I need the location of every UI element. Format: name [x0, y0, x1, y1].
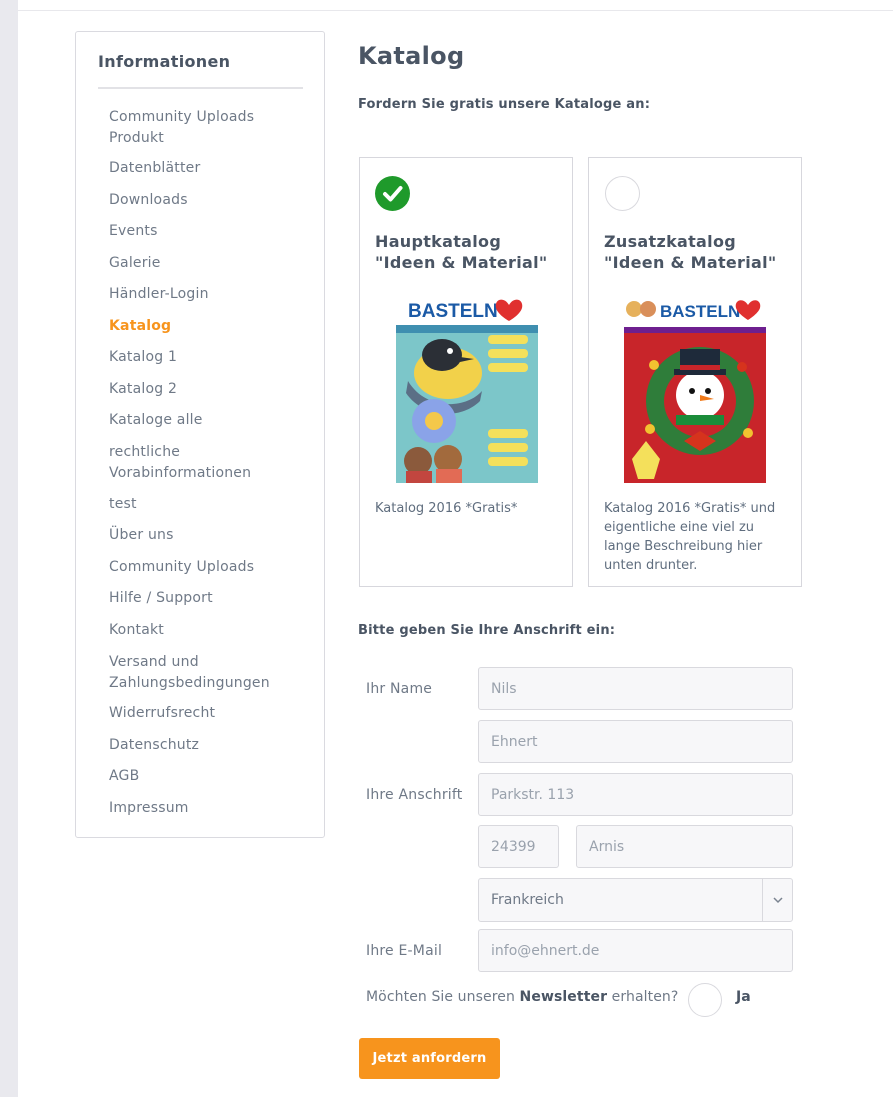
left-rail [0, 0, 18, 1097]
sidebar-item-kataloge-alle[interactable]: Kataloge alle [109, 410, 203, 431]
top-divider [18, 10, 893, 11]
sidebar-divider [98, 87, 303, 89]
catalog-description: Katalog 2016 *Gratis* [375, 501, 518, 516]
catalog-title: Hauptkatalog "Ideen & Material" [375, 231, 565, 273]
zip-input[interactable] [478, 825, 559, 868]
newsletter-yes-label: Ja [736, 989, 751, 1005]
address-heading: Bitte geben Sie Ihre Anschrift ein: [358, 623, 616, 638]
newsletter-prefix: Möchten Sie unseren [366, 989, 520, 1005]
catalog-title-line2: "Ideen & Material" [604, 253, 777, 272]
first-name-input[interactable] [478, 667, 793, 710]
last-name-input[interactable] [478, 720, 793, 763]
catalog-description: Katalog 2016 *Gratis* und eigentliche ei… [604, 501, 776, 573]
sidebar-item-impressum[interactable]: Impressum [109, 798, 189, 819]
sidebar-item-label-line2: Zahlungsbedingungen [109, 675, 270, 691]
cover-brand-text: BASTELN [408, 301, 498, 322]
sidebar-item-label-line2: Produkt [109, 130, 164, 146]
page-title: Katalog [358, 42, 465, 70]
chevron-down-icon [773, 897, 783, 904]
sidebar-item-datenblaetter[interactable]: Datenblätter [109, 158, 200, 179]
catalog-card-zusatzkatalog[interactable]: Zusatzkatalog "Ideen & Material" BASTELN [588, 157, 802, 587]
sidebar-item-rechtliche-vorabinformationen[interactable]: rechtliche Vorabinformationen [109, 442, 251, 484]
radio-unchecked-icon[interactable] [605, 176, 640, 211]
sidebar-item-events[interactable]: Events [109, 221, 158, 242]
catalog-card-hauptkatalog[interactable]: Hauptkatalog "Ideen & Material" BASTELN [359, 157, 573, 587]
newsletter-bold: Newsletter [519, 989, 608, 1005]
sidebar-item-katalog-2[interactable]: Katalog 2 [109, 379, 177, 400]
sidebar-item-katalog-1[interactable]: Katalog 1 [109, 347, 177, 368]
sidebar-item-agb[interactable]: AGB [109, 766, 139, 787]
catalog-cover-image: BASTELN [624, 291, 766, 491]
sidebar-item-datenschutz[interactable]: Datenschutz [109, 735, 199, 756]
sidebar-item-kontakt[interactable]: Kontakt [109, 620, 164, 641]
country-select-value: Frankreich [491, 892, 564, 908]
sidebar-item-galerie[interactable]: Galerie [109, 253, 161, 274]
checkmark-icon[interactable] [375, 176, 410, 211]
name-label: Ihr Name [366, 681, 433, 697]
catalog-title-line2: "Ideen & Material" [375, 253, 548, 272]
cover-brand-text: BASTELN [660, 302, 740, 321]
sidebar-item-label: Versand und [109, 654, 199, 670]
sidebar-item-label: rechtliche [109, 444, 181, 460]
city-input[interactable] [576, 825, 793, 868]
catalog-cover-image: BASTELN [396, 291, 538, 491]
submit-request-button[interactable]: Jetzt anfordern [359, 1038, 500, 1079]
sidebar-item-test[interactable]: test [109, 494, 137, 515]
street-input[interactable] [478, 773, 793, 816]
country-select[interactable]: Frankreich [478, 878, 793, 922]
sidebar-item-haendler-login[interactable]: Händler-Login [109, 284, 209, 305]
sidebar-item-label: Community Uploads [109, 109, 255, 125]
catalog-intro: Fordern Sie gratis unsere Kataloge an: [358, 97, 651, 112]
sidebar-item-widerrufsrecht[interactable]: Widerrufsrecht [109, 703, 215, 724]
address-label: Ihre Anschrift [366, 787, 463, 803]
sidebar-item-community-uploads[interactable]: Community Uploads [109, 557, 254, 578]
newsletter-question: Möchten Sie unseren Newsletter erhalten? [366, 989, 678, 1005]
newsletter-radio[interactable] [688, 983, 722, 1017]
newsletter-suffix: erhalten? [607, 989, 679, 1005]
select-divider [762, 879, 763, 921]
email-input[interactable] [478, 929, 793, 972]
sidebar-item-katalog[interactable]: Katalog [109, 316, 171, 337]
sidebar-item-ueber-uns[interactable]: Über uns [109, 525, 174, 546]
catalog-title: Zusatzkatalog "Ideen & Material" [604, 231, 794, 273]
catalog-title-line1: Hauptkatalog [375, 232, 502, 251]
sidebar-item-versand-zahlungsbedingungen[interactable]: Versand und Zahlungsbedingungen [109, 652, 270, 694]
catalog-title-line1: Zusatzkatalog [604, 232, 736, 251]
sidebar-item-downloads[interactable]: Downloads [109, 190, 188, 211]
email-label: Ihre E-Mail [366, 943, 443, 959]
sidebar-item-community-uploads-produkt[interactable]: Community Uploads Produkt [109, 107, 254, 149]
sidebar-item-hilfe-support[interactable]: Hilfe / Support [109, 588, 213, 609]
sidebar-title: Informationen [98, 52, 231, 71]
sidebar-item-label-line2: Vorabinformationen [109, 465, 252, 481]
info-sidebar: Informationen Community Uploads Produkt D… [75, 31, 325, 838]
